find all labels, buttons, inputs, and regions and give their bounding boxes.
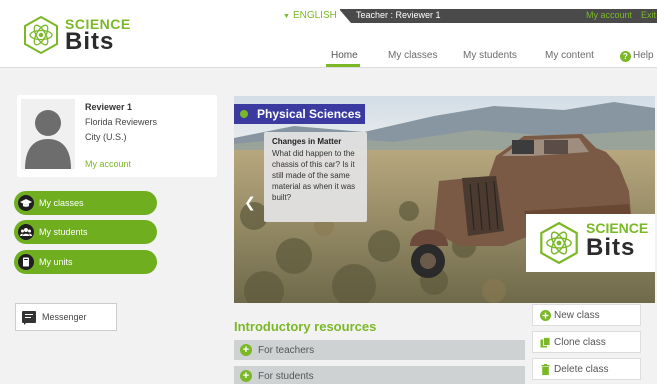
help-label: Help xyxy=(633,50,654,61)
my-units-label: My units xyxy=(39,257,73,267)
for-students-accordion[interactable]: + For students xyxy=(234,366,525,384)
profile-name: Reviewer 1 xyxy=(85,102,133,112)
logo-bits-text: Bits xyxy=(65,28,115,55)
chat-icon xyxy=(22,311,36,325)
header: SCIENCE Bits ▼ ENGLISH Teacher : Reviewer… xyxy=(0,0,657,68)
banner-card-text: What did happen to the chassis of this c… xyxy=(272,149,356,202)
banner-title-text: Physical Sciences xyxy=(257,107,362,121)
plus-circle-icon: + xyxy=(240,344,252,356)
profile-card: Reviewer 1 Florida Reviewers City (U.S.)… xyxy=(17,95,217,177)
exit-link[interactable]: Exit xyxy=(641,10,656,20)
nav-home[interactable]: Home xyxy=(331,50,358,61)
bullet-icon xyxy=(240,110,248,118)
featured-banner[interactable]: Physical Sciences Changes in Matter What… xyxy=(234,96,655,303)
banner-info-card: Changes in Matter What did happen to the… xyxy=(264,132,367,222)
banner-logo-bits-text: Bits xyxy=(586,234,636,261)
banner-science-bits-logo: SCIENCE Bits xyxy=(526,214,655,272)
delete-class-label: Delete class xyxy=(554,364,609,375)
teacher-label: Teacher : Reviewer 1 xyxy=(356,10,441,20)
users-icon xyxy=(18,224,34,240)
caret-down-icon: ▼ xyxy=(283,13,290,20)
user-silhouette-icon xyxy=(25,110,71,169)
avatar xyxy=(21,99,75,169)
plus-circle-icon xyxy=(540,310,551,321)
atom-logo-icon xyxy=(24,16,58,54)
copy-icon xyxy=(540,337,551,348)
my-units-button[interactable]: My units xyxy=(14,250,157,274)
chevron-left-icon[interactable]: ❮ xyxy=(244,194,256,211)
graduation-cap-icon xyxy=(18,195,34,211)
profile-my-account-link[interactable]: My account xyxy=(85,159,131,169)
new-class-label: New class xyxy=(554,310,600,321)
plus-circle-icon: + xyxy=(240,370,252,382)
profile-organization: Florida Reviewers xyxy=(85,117,158,127)
nav-my-content[interactable]: My content xyxy=(545,50,594,61)
intro-resources-title: Introductory resources xyxy=(234,319,377,334)
nav-help[interactable]: ? Help xyxy=(620,50,654,62)
my-students-button[interactable]: My students xyxy=(14,220,157,244)
language-selector[interactable]: ▼ ENGLISH xyxy=(283,10,337,21)
banner-title: Physical Sciences xyxy=(234,104,365,124)
language-label: ENGLISH xyxy=(292,10,337,21)
clone-class-label: Clone class xyxy=(554,337,606,348)
banner-card-title: Changes in Matter xyxy=(272,137,342,146)
for-teachers-accordion[interactable]: + For teachers xyxy=(234,340,525,360)
science-bits-logo[interactable]: SCIENCE Bits xyxy=(22,13,142,57)
my-classes-label: My classes xyxy=(39,198,84,208)
delete-class-button[interactable]: Delete class xyxy=(532,358,641,380)
atom-logo-icon xyxy=(540,222,578,264)
profile-location: City (U.S.) xyxy=(85,132,127,142)
for-teachers-label: For teachers xyxy=(258,345,315,356)
trash-icon xyxy=(541,364,550,375)
help-icon: ? xyxy=(620,51,631,62)
messenger-button[interactable]: Messenger xyxy=(15,303,117,331)
user-topbar: Teacher : Reviewer 1 My account Exit xyxy=(339,9,657,23)
topbar-my-account-link[interactable]: My account xyxy=(586,10,632,20)
nav-home-indicator xyxy=(326,64,360,67)
new-class-button[interactable]: New class xyxy=(532,304,641,326)
for-students-label: For students xyxy=(258,371,314,382)
nav-my-students[interactable]: My students xyxy=(463,50,517,61)
my-students-label: My students xyxy=(39,227,88,237)
nav-my-classes[interactable]: My classes xyxy=(388,50,437,61)
book-icon xyxy=(18,254,34,270)
clone-class-button[interactable]: Clone class xyxy=(532,331,641,353)
my-classes-button[interactable]: My classes xyxy=(14,191,157,215)
messenger-label: Messenger xyxy=(42,312,87,322)
